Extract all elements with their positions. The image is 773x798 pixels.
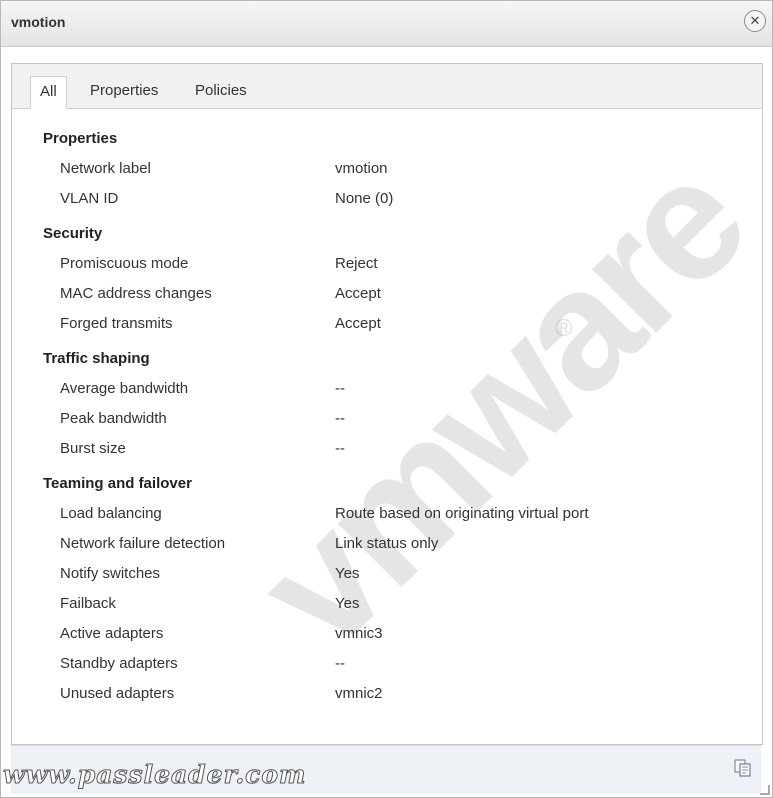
row-label: Peak bandwidth: [60, 410, 167, 427]
row-value: vmnic3: [335, 625, 383, 642]
tab-bar: All Properties Policies: [12, 64, 762, 109]
row-label: Standby adapters: [60, 655, 178, 672]
vmware-watermark: vmware: [222, 127, 773, 685]
row-value: --: [335, 440, 345, 457]
row-label: Active adapters: [60, 625, 164, 642]
row-value: Accept: [335, 315, 381, 332]
registered-mark-icon: ®: [555, 315, 573, 342]
row-value: vmotion: [335, 160, 388, 177]
tab-all-label: All: [40, 83, 57, 100]
close-icon: ✕: [749, 13, 761, 28]
row-label: Forged transmits: [60, 315, 173, 332]
row-label: Notify switches: [60, 565, 161, 582]
title-bar[interactable]: vmotion ✕: [1, 1, 772, 47]
section-traffic-shaping: Traffic shaping: [43, 350, 150, 367]
row-value: None (0): [335, 190, 394, 207]
row-label: VLAN ID: [60, 190, 119, 207]
row-value: Reject: [335, 255, 378, 272]
row-label: Network label: [60, 160, 151, 177]
tab-policies-label: Policies: [195, 82, 247, 99]
copy-icon[interactable]: [733, 758, 753, 778]
section-teaming-failover: Teaming and failover: [43, 475, 192, 492]
row-value: Route based on originating virtual port: [335, 505, 589, 522]
tab-policies[interactable]: Policies: [195, 76, 247, 108]
row-value: Yes: [335, 595, 360, 612]
tab-all[interactable]: All: [30, 76, 67, 109]
row-value: Accept: [335, 285, 381, 302]
row-value: --: [335, 655, 345, 672]
row-label: Failback: [60, 595, 116, 612]
row-label: Promiscuous mode: [60, 255, 189, 272]
row-value: Link status only: [335, 535, 439, 552]
section-properties: Properties: [43, 130, 118, 147]
tab-properties-label: Properties: [90, 82, 159, 99]
dialog-window: vmotion ✕ All Properties Policies vmware…: [0, 0, 773, 798]
site-watermark: www.passleader.com: [3, 760, 307, 790]
row-label: Unused adapters: [60, 685, 175, 702]
section-security: Security: [43, 225, 103, 242]
dialog-title: vmotion: [11, 14, 66, 30]
row-label: MAC address changes: [60, 285, 212, 302]
row-value: --: [335, 410, 345, 427]
row-value: vmnic2: [335, 685, 383, 702]
resize-grip[interactable]: [760, 785, 770, 795]
row-value: --: [335, 380, 345, 397]
row-value: Yes: [335, 565, 360, 582]
tab-properties[interactable]: Properties: [90, 76, 158, 108]
tab-content: vmware ® Properties Network label vmotio…: [12, 108, 773, 744]
close-button[interactable]: ✕: [744, 10, 766, 32]
details-panel: All Properties Policies vmware ® Propert…: [11, 63, 773, 745]
row-label: Load balancing: [60, 505, 162, 522]
row-label: Network failure detection: [60, 535, 226, 552]
row-label: Average bandwidth: [60, 380, 189, 397]
row-label: Burst size: [60, 440, 126, 457]
